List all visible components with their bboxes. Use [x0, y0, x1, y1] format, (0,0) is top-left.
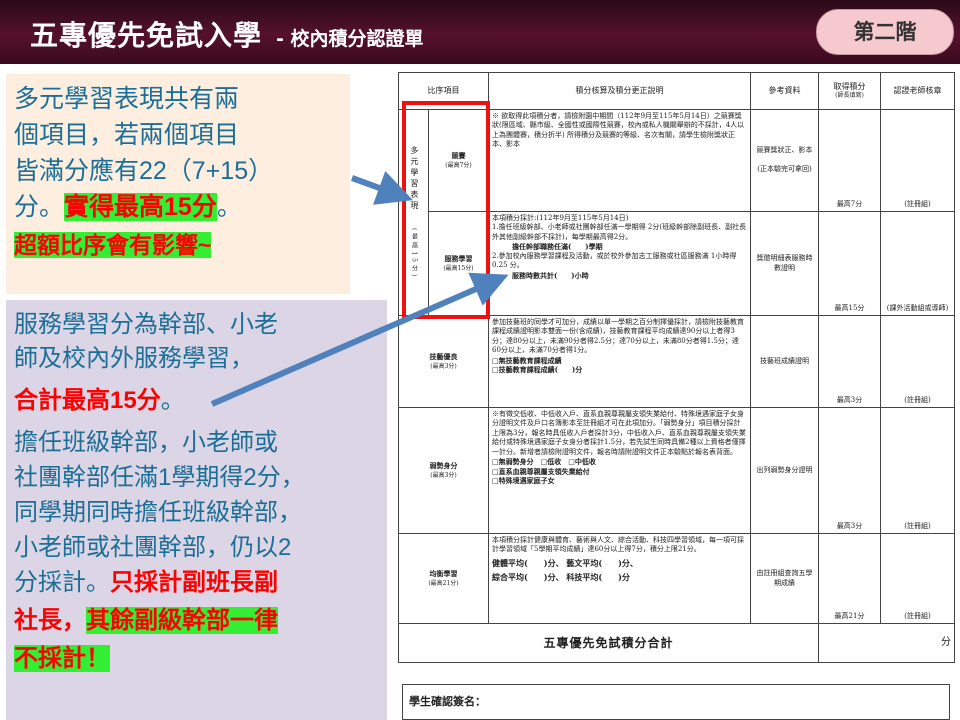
- arrow-to-service: [210, 272, 509, 407]
- arrow-to-group: [350, 170, 413, 205]
- arrow-layer: [210, 170, 509, 407]
